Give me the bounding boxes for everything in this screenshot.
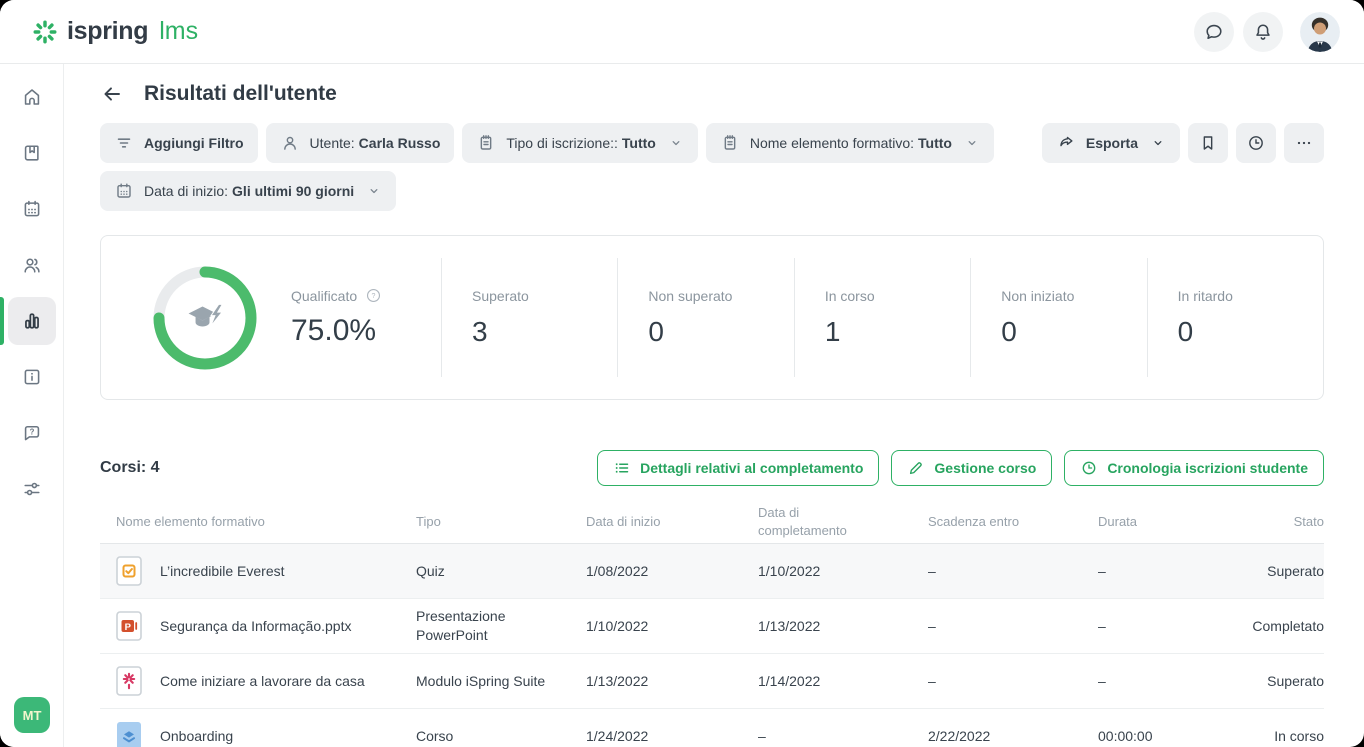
home-icon	[21, 86, 43, 108]
calendar-icon	[114, 181, 134, 201]
product-text: lms	[159, 17, 198, 46]
table-row[interactable]: L’incredibile Everest Quiz 1/08/2022 1/1…	[100, 544, 1324, 599]
chevron-down-icon	[668, 135, 684, 151]
manage-course-button[interactable]: Gestione corso	[891, 450, 1052, 486]
ispring-suite-icon	[116, 666, 142, 696]
logo: ispring lms	[32, 17, 198, 46]
back-button[interactable]	[100, 82, 124, 106]
sidebar-item-settings[interactable]	[8, 465, 56, 513]
person-icon	[280, 133, 300, 153]
topbar: ispring lms	[0, 0, 1364, 64]
users-icon	[21, 254, 43, 276]
status-cell: Superato	[1238, 672, 1324, 691]
chevron-down-icon	[1150, 135, 1166, 151]
help-icon[interactable]: ?	[365, 287, 382, 304]
sidebar-item-home[interactable]	[8, 73, 56, 121]
clock-icon	[1080, 459, 1098, 477]
workspace-avatar[interactable]: MT	[14, 697, 50, 733]
clock-icon	[1246, 133, 1266, 153]
sidebar-item-info[interactable]	[8, 353, 56, 401]
user-avatar[interactable]	[1300, 12, 1340, 52]
course-icon	[116, 721, 142, 747]
courses-table: Nome elemento formativo Tipo Data di ini…	[100, 500, 1324, 747]
book-icon	[21, 142, 43, 164]
sidebar: ? MT	[0, 64, 64, 747]
graduation-cap-icon	[149, 262, 261, 374]
filter-chip-start-date[interactable]: Data di inizio:Gli ultimi 90 giorni	[100, 171, 396, 211]
chevron-down-icon	[366, 183, 382, 199]
main-content: Risultati dell'utente Aggiungi Filtro	[64, 64, 1364, 747]
summary-card: Qualificato ? 75.0% Superato	[100, 235, 1324, 400]
ispring-logo-icon	[32, 19, 58, 45]
history-button[interactable]	[1236, 123, 1276, 163]
export-button[interactable]: Esporta	[1042, 123, 1180, 163]
sidebar-item-courses[interactable]	[8, 129, 56, 177]
courses-count: Corsi: 4	[100, 459, 160, 477]
table-row[interactable]: P Segurança da Informação.pptx Presentaz…	[100, 599, 1324, 654]
question-bubble-icon: ?	[21, 422, 43, 444]
calendar-icon	[21, 198, 43, 220]
qualified-label: Qualificato ?	[291, 287, 382, 304]
chat-icon	[1203, 21, 1225, 43]
filter-chip-item-name[interactable]: Nome elemento formativo:Tutto	[706, 123, 994, 163]
stat-superato: Superato 3	[441, 258, 617, 377]
completion-details-button[interactable]: Dettagli relativi al completamento	[597, 450, 879, 486]
stat-in-ritardo: In ritardo 0	[1147, 258, 1323, 377]
add-filter-button[interactable]: Aggiungi Filtro	[100, 123, 258, 163]
qualified-value: 75.0%	[291, 314, 382, 348]
stat-non-superato: Non superato 0	[617, 258, 793, 377]
filter-chip-enrollment-type[interactable]: Tipo di iscrizione::Tutto	[462, 123, 697, 163]
filter-bar: Aggiungi Filtro Utente:Carla Russo	[100, 123, 1324, 211]
bookmark-icon	[1198, 133, 1218, 153]
chevron-down-icon	[964, 135, 980, 151]
status-cell: In corso	[1238, 727, 1324, 746]
svg-text:?: ?	[29, 428, 34, 437]
table-row[interactable]: Onboarding Corso 1/24/2022 – 2/22/2022 0…	[100, 709, 1324, 747]
sidebar-item-users[interactable]	[8, 241, 56, 289]
sliders-icon	[21, 478, 43, 500]
table-header: Nome elemento formativo Tipo Data di ini…	[100, 500, 1324, 544]
status-cell: Completato	[1238, 617, 1324, 636]
bell-icon	[1252, 21, 1274, 43]
powerpoint-icon: P	[116, 611, 142, 641]
filter-chip-user[interactable]: Utente:Carla Russo	[266, 123, 455, 163]
list-icon	[613, 459, 631, 477]
app-window: ispring lms	[0, 0, 1364, 747]
topbar-actions	[1194, 12, 1340, 52]
messages-button[interactable]	[1194, 12, 1234, 52]
table-row[interactable]: Come iniziare a lavorare da casa Modulo …	[100, 654, 1324, 709]
quiz-icon	[116, 556, 142, 586]
svg-text:P: P	[125, 622, 132, 633]
stat-non-iniziato: Non iniziato 0	[970, 258, 1146, 377]
sidebar-item-reports[interactable]	[8, 297, 56, 345]
notifications-button[interactable]	[1243, 12, 1283, 52]
brand-text: ispring	[67, 17, 148, 46]
clipboard-icon	[720, 133, 740, 153]
qualified-donut-chart	[149, 262, 261, 374]
saved-reports-button[interactable]	[1188, 123, 1228, 163]
export-icon	[1056, 133, 1076, 153]
ellipsis-icon	[1294, 133, 1314, 153]
info-box-icon	[21, 366, 43, 388]
enrollment-history-button[interactable]: Cronologia iscrizioni studente	[1064, 450, 1324, 486]
pencil-icon	[907, 459, 925, 477]
sidebar-item-support[interactable]: ?	[8, 409, 56, 457]
sidebar-item-calendar[interactable]	[8, 185, 56, 233]
more-button[interactable]	[1284, 123, 1324, 163]
bar-chart-icon	[21, 310, 43, 332]
clipboard-icon	[476, 133, 496, 153]
stat-in-corso: In corso 1	[794, 258, 970, 377]
svg-text:?: ?	[372, 292, 376, 300]
page-title: Risultati dell'utente	[144, 82, 337, 106]
status-cell: Superato	[1238, 562, 1324, 581]
filter-icon	[114, 133, 134, 153]
arrow-left-icon	[100, 82, 124, 106]
